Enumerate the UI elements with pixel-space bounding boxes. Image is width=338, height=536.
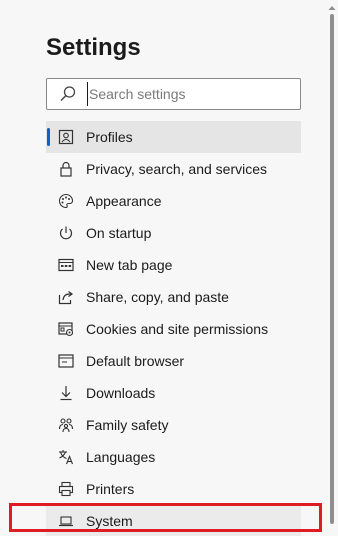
nav-item-label: Family safety [86, 417, 169, 433]
nav-item-default-browser[interactable]: Default browser [46, 345, 301, 377]
nav-item-cookies[interactable]: Cookies and site permissions [46, 313, 301, 345]
profile-icon [56, 127, 76, 147]
nav-item-label: Appearance [86, 193, 162, 209]
nav-item-label: Default browser [86, 353, 185, 369]
nav-item-appearance[interactable]: Appearance [46, 185, 301, 217]
nav-item-label: New tab page [86, 257, 173, 273]
nav-item-system[interactable]: System [46, 505, 301, 536]
nav-item-languages[interactable]: Languages [46, 441, 301, 473]
palette-icon [56, 191, 76, 211]
share-icon [56, 287, 76, 307]
nav-item-family-safety[interactable]: Family safety [46, 409, 301, 441]
nav-item-on-startup[interactable]: On startup [46, 217, 301, 249]
scrollbar-thumb[interactable] [330, 14, 334, 524]
nav-item-downloads[interactable]: Downloads [46, 377, 301, 409]
nav-item-label: Cookies and site permissions [86, 321, 269, 337]
nav-item-new-tab[interactable]: New tab page [46, 249, 301, 281]
language-icon [56, 447, 76, 467]
nav-item-label: Printers [86, 481, 135, 497]
lock-icon [56, 159, 76, 179]
laptop-icon [56, 511, 76, 531]
download-icon [56, 383, 76, 403]
nav-item-label: Downloads [86, 385, 156, 401]
search-box[interactable] [46, 78, 301, 110]
nav-item-label: Profiles [86, 129, 133, 145]
nav-item-share[interactable]: Share, copy, and paste [46, 281, 301, 313]
nav-item-label: System [86, 513, 133, 529]
search-input[interactable] [87, 82, 300, 106]
nav-item-printers[interactable]: Printers [46, 473, 301, 505]
cookies-icon [56, 319, 76, 339]
printer-icon [56, 479, 76, 499]
nav-item-profiles[interactable]: Profiles [46, 121, 301, 153]
settings-nav: Profiles Privacy, search, and services A… [46, 121, 301, 536]
nav-item-label: Share, copy, and paste [86, 289, 229, 305]
search-icon [57, 83, 79, 105]
power-icon [56, 223, 76, 243]
nav-item-label: On startup [86, 225, 152, 241]
nav-item-label: Privacy, search, and services [86, 161, 268, 177]
new-tab-icon [56, 255, 76, 275]
nav-item-label: Languages [86, 449, 156, 465]
scroll-up-arrow-icon[interactable] [328, 4, 336, 12]
scrollbar[interactable] [326, 0, 338, 536]
browser-icon [56, 351, 76, 371]
nav-item-privacy[interactable]: Privacy, search, and services [46, 153, 301, 185]
page-title: Settings [46, 34, 141, 61]
family-icon [56, 415, 76, 435]
